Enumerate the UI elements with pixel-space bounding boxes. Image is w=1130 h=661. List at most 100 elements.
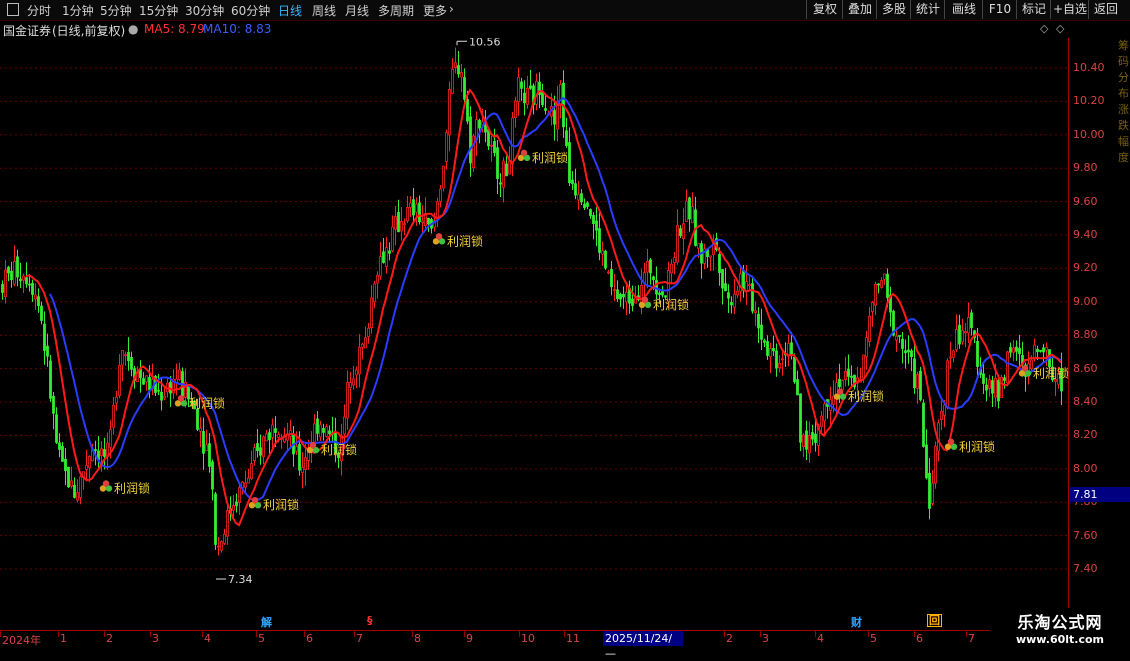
candle [985, 377, 988, 402]
candle [178, 362, 181, 381]
settings-circle-icon[interactable]: ● [128, 22, 138, 36]
tab-30min[interactable]: 30分钟 [185, 2, 224, 19]
month-label: 2024年 [2, 634, 41, 647]
candle [622, 286, 625, 309]
adjust-button[interactable]: 复权 [806, 0, 843, 19]
tab-intraday[interactable]: 分时 [27, 2, 51, 19]
candle [1015, 340, 1018, 361]
candle [259, 434, 262, 465]
candle [322, 423, 325, 441]
tab-more[interactable]: 更多 [423, 2, 447, 19]
candle [925, 429, 928, 480]
chevron-right-icon[interactable]: › [449, 2, 454, 16]
month-tick [0, 631, 1, 637]
draw-line-button[interactable]: 画线 [944, 0, 983, 19]
price-tick-label: 7.40 [1073, 562, 1098, 575]
lock-signal: 利润锁 [99, 480, 150, 496]
candle [1006, 350, 1009, 385]
candle [646, 249, 649, 289]
candle [34, 283, 37, 310]
statistics-button[interactable]: 统计 [910, 0, 945, 19]
date-axis: 2025/11/24/— 2024年 1 2 3 4 5 6 7 8 9 10 11 2 3 4 5 6 7 [0, 630, 1130, 660]
candle [43, 311, 46, 365]
lock-signal-label: 利润锁 [653, 297, 689, 312]
event-marker-unlock[interactable]: 解 [261, 614, 272, 630]
back-button[interactable]: 返回 [1088, 0, 1123, 19]
lock-signal-label: 利润锁 [959, 439, 995, 454]
candle [172, 369, 175, 400]
candle [889, 286, 892, 327]
candle [970, 309, 973, 336]
candle [301, 452, 304, 489]
candle [370, 285, 373, 334]
month-label: 10 [521, 632, 535, 645]
candle [487, 129, 490, 151]
candle [955, 314, 958, 353]
grid-lines [0, 67, 1068, 570]
candle [118, 354, 121, 399]
candle [376, 271, 379, 299]
tab-monthly[interactable]: 月线 [345, 2, 369, 19]
candle [364, 326, 367, 349]
candle [145, 375, 148, 391]
month-label: 4 [817, 632, 824, 645]
month-label: 9 [466, 632, 473, 645]
month-tick [564, 631, 565, 637]
candle [448, 81, 451, 152]
candle [583, 198, 586, 211]
price-tick-label: 8.20 [1073, 428, 1098, 442]
tab-1min[interactable]: 1分钟 [62, 2, 94, 19]
candle [625, 285, 628, 316]
candle [529, 69, 532, 90]
diamond-icon[interactable]: ◇ [1040, 22, 1048, 35]
window-icon[interactable] [7, 3, 19, 16]
mark-button[interactable]: 标记 [1016, 0, 1051, 19]
multi-stock-button[interactable]: 多股 [876, 0, 911, 19]
tab-multi-period[interactable]: 多周期 [378, 2, 414, 19]
minimize-icon[interactable]: ◇ [1056, 22, 1064, 35]
candle [304, 443, 307, 486]
tab-60min[interactable]: 60分钟 [231, 2, 270, 19]
lock-signal-label: 利润锁 [447, 233, 483, 248]
f10-button[interactable]: F10 [982, 0, 1017, 19]
candle [703, 243, 706, 270]
candle [418, 195, 421, 225]
candle [52, 391, 55, 430]
candle [484, 109, 487, 143]
candle [346, 370, 349, 430]
candle [613, 274, 616, 302]
kline-chart[interactable]: 利润锁利润锁利润锁利润锁利润锁利润锁利润锁利润锁利润锁利润锁 10.567.34 [0, 38, 1068, 630]
candle [880, 277, 883, 289]
candle [661, 285, 664, 298]
month-tick [815, 631, 816, 637]
candle [556, 85, 559, 142]
candle [760, 308, 763, 351]
tab-5min[interactable]: 5分钟 [100, 2, 132, 19]
stock-name: 国金证券 [3, 24, 52, 38]
tab-15min[interactable]: 15分钟 [139, 2, 178, 19]
candle [163, 386, 166, 401]
candle [631, 285, 634, 312]
month-label: 5 [258, 632, 265, 645]
candle [676, 209, 679, 265]
month-tick [104, 631, 105, 637]
period-toolbar: 分时 1分钟 5分钟 15分钟 30分钟 60分钟 日线 周线 月线 多周期 更… [0, 0, 1130, 21]
candle [799, 393, 802, 451]
event-marker-notice[interactable]: § [367, 614, 373, 627]
candle [673, 251, 676, 275]
candle [403, 218, 406, 236]
candle [226, 502, 229, 545]
candle [754, 301, 757, 326]
candle [1018, 334, 1021, 367]
add-watchlist-button[interactable]: +自选 [1050, 0, 1089, 19]
candle [565, 117, 568, 148]
month-tick [966, 631, 967, 637]
event-marker-finance[interactable]: 财 [851, 614, 862, 630]
candle [262, 435, 265, 465]
side-panel-edge[interactable]: 筹码分布涨跌幅度 [1118, 38, 1130, 498]
tab-weekly[interactable]: 周线 [312, 2, 336, 19]
tab-daily[interactable]: 日线 [278, 2, 302, 19]
overlay-button[interactable]: 叠加 [842, 0, 877, 19]
event-marker-buyback[interactable]: 回 [927, 614, 942, 627]
candle [595, 207, 598, 247]
